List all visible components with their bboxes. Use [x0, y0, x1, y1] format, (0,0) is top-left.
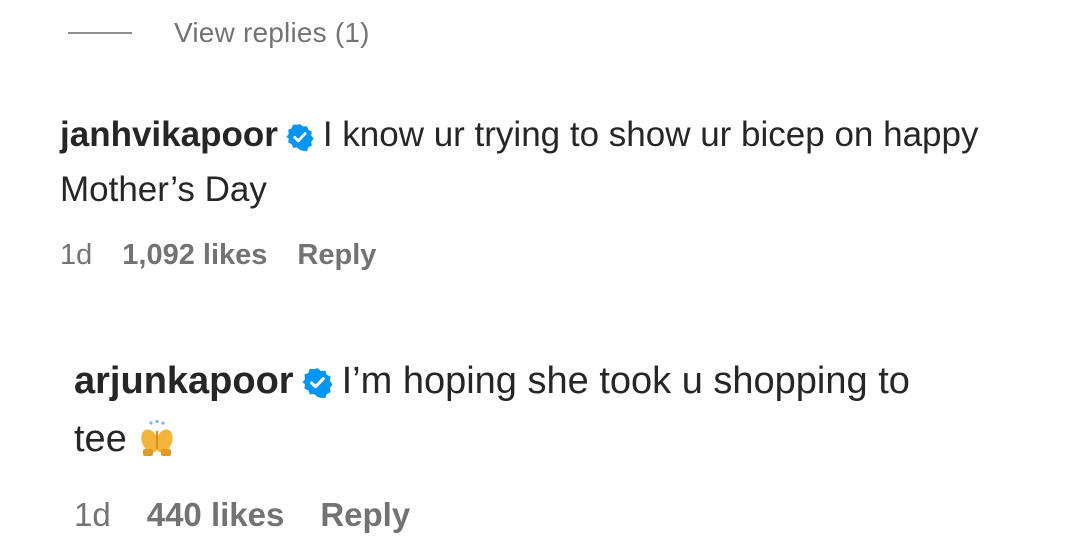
comment-body: arjunkapoor I’m hoping she took u shoppin…: [74, 355, 1080, 472]
comment-text-word: tee: [74, 418, 127, 460]
comment-likes-count[interactable]: 1,092 likes: [122, 239, 267, 272]
comment-age[interactable]: 1d: [74, 496, 111, 534]
view-replies-button[interactable]: View replies (1): [68, 12, 370, 54]
view-replies-label: View replies (1): [174, 17, 370, 48]
comment-text-line: I’m hoping she took u shopping to: [341, 360, 910, 402]
verified-badge-icon: [286, 115, 314, 165]
comment-text-line: I know ur trying to show ur bicep on hap…: [322, 115, 979, 154]
comment-meta: 1d 440 likes Reply: [74, 496, 1080, 534]
comment-meta: 1d 1,092 likes Reply: [60, 239, 1080, 272]
comment-text-line: tee: [74, 413, 1080, 472]
comment-username[interactable]: janhvikapoor: [60, 115, 278, 154]
comment-body: janhvikapoor I know ur trying to show ur …: [60, 110, 1080, 215]
reply-button[interactable]: Reply: [320, 496, 410, 534]
comment-age[interactable]: 1d: [60, 239, 92, 272]
verified-badge-icon: [302, 360, 333, 413]
comment-username[interactable]: arjunkapoor: [74, 360, 294, 402]
comment: janhvikapoor I know ur trying to show ur …: [60, 110, 1080, 272]
reply-button[interactable]: Reply: [297, 239, 376, 272]
comment: arjunkapoor I’m hoping she took u shoppin…: [74, 355, 1080, 534]
comment-likes-count[interactable]: 440 likes: [147, 496, 285, 534]
reply-thread-line: [68, 32, 132, 34]
praying-hands-emoji-icon: [137, 419, 177, 472]
comment-text-line: Mother’s Day: [60, 170, 267, 209]
